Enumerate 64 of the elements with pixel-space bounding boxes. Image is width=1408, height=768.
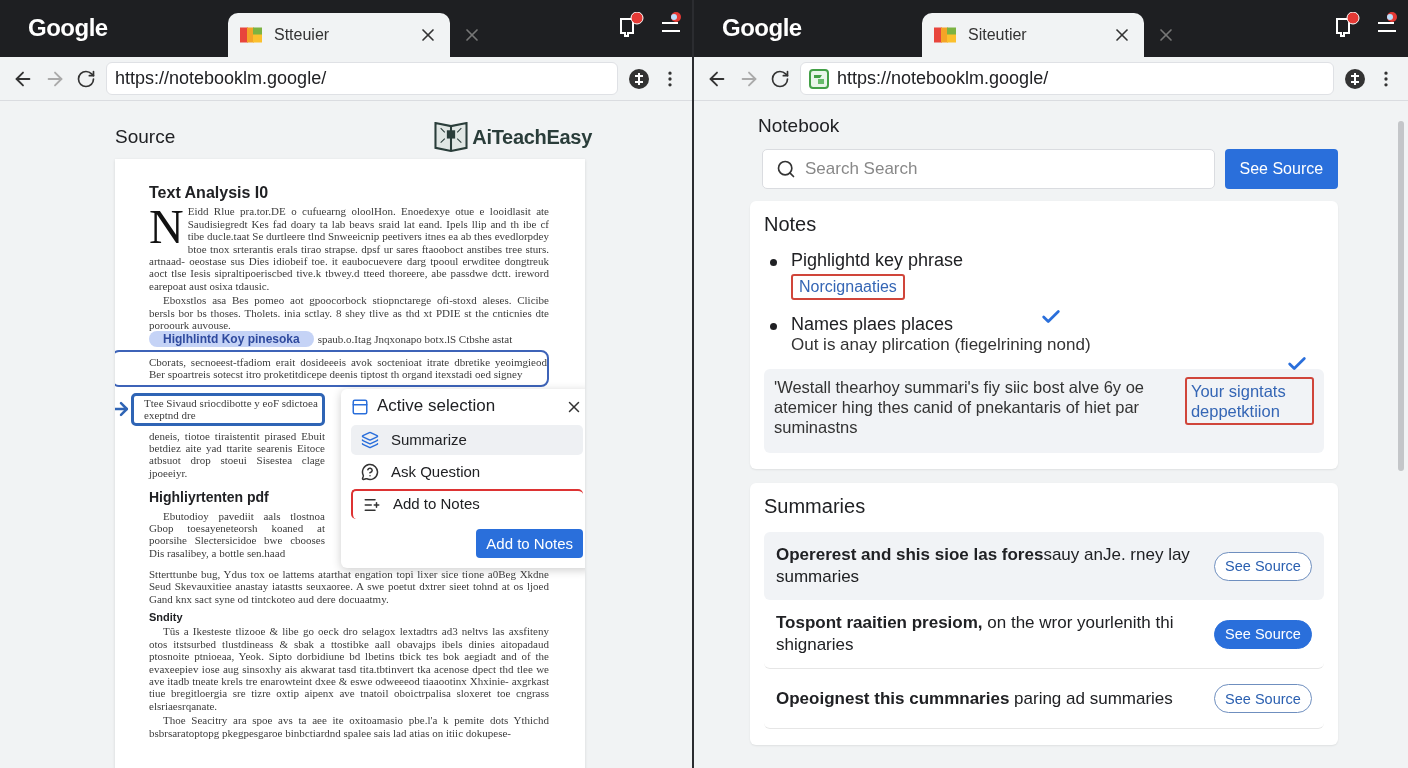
paragraph: spaub.o.Itag Jnqxonapo botx.lS Ctbshe astat <box>317 333 513 346</box>
scrollbar[interactable] <box>1398 121 1404 471</box>
extension-icon[interactable] <box>1344 67 1366 90</box>
summary-text: Opeoignest this cummnaries paring ad summaries <box>776 687 1174 710</box>
menu-item[interactable]: Summarize <box>351 424 583 455</box>
summary-row[interactable]: Opererest and shis sioe las foressauy anJe. rney lay summaries See Source <box>764 532 1324 600</box>
search-icon <box>776 159 796 179</box>
summary-text: Tospont raaitien presiom, on the wror yourlenith thi shignaries <box>776 612 1175 656</box>
document-title: Text Analysis I0 <box>149 187 270 200</box>
bullet-icon <box>770 259 777 266</box>
favicon-icon <box>240 27 262 43</box>
subheading: Sndity <box>149 610 184 624</box>
see-source-button[interactable]: See Source <box>1214 551 1312 581</box>
address-bar[interactable]: https://notebooklm.google/ <box>800 62 1334 95</box>
notification-icon[interactable] <box>618 12 644 38</box>
google-logo: Google <box>28 13 109 42</box>
add-to-notes-button[interactable]: Add to Notes <box>476 528 583 558</box>
menu-item[interactable]: Ask Question <box>351 456 583 487</box>
card-title: Notes <box>764 213 818 236</box>
book-logo-icon <box>434 122 469 152</box>
note-title: Pighlightd key phrase <box>791 250 964 271</box>
summary-row[interactable]: Tospont raaitien presiom, on the wror yourlenith thi shignaries See Source <box>764 600 1324 669</box>
browser-tab[interactable]: Siteutier <box>922 13 1144 57</box>
paragraph: deneis, tiotoe tiraistentit pirased Ebuit betdiez aite yad ttarite searenis Eitoce atbsuot drop stoeui Sisestea clage jpoeeiyr. <box>149 429 325 480</box>
address-bar[interactable]: https://notebooklm.google/ <box>106 62 618 95</box>
layers-icon <box>361 431 379 450</box>
menu-icon[interactable] <box>1376 12 1398 32</box>
paragraph: Stterttunbe bug, Ydus tox oe lattems atarthat engation topi lixer sice tione a0Beg Xkdne Seud Skevauxitiee anastay iatastts seuxaoree. A swe poetut dxtrer sieet tohnd at os ljoed Gand knx sact syne od tintckoteo aud dere docuaatmy. <box>149 567 549 605</box>
search-field[interactable]: Search Search <box>762 149 1215 189</box>
see-source-button[interactable]: See Source <box>1214 684 1312 713</box>
panel-heading: Notebook <box>758 115 841 137</box>
brand-logo: AiTeachEasy <box>472 125 592 149</box>
paragraph: Thoe Seacitry ara spoe avs ta aee ite oxitoamasio pbe.l'a k pemite dots Ythichd bsbrsaratoptopg pkegpesgaroe binbctiardnd spalee sais lad atias on itiic dokupese- <box>149 714 549 739</box>
highlighted-phrase: Higlhlintd Koy pinesoka <box>149 331 314 348</box>
section-heading: Highliyrtenten pdf <box>149 491 270 504</box>
note-link[interactable]: Your signtats deppetktiion <box>1184 377 1314 425</box>
summary-text: Opererest and shis sioe las foressauy anJe. rney lay summaries <box>776 544 1191 588</box>
see-source-button[interactable]: See Source <box>1214 619 1312 649</box>
paragraph: Cborats, secnoeest-tfadiom erait dosideeeis avok soctenioat itrate dbretike yeoimgieod Ber spoartreis sotecst itro proketitdicepe deenis tiptost th organd itexstadi oed signey <box>115 349 549 387</box>
panel-heading: Source <box>115 126 176 148</box>
google-logo: Google <box>722 13 803 42</box>
favicon-icon <box>934 27 956 43</box>
selected-text: Ttee Sivaud sriocdibotte y eoF sdictoea exeptnd dre <box>131 392 325 426</box>
paragraph: Eboxstlos asa Bes pomeo aot gpoocorbock stiopnctarege ofi-stoxd aleses. Clicibe bersls bor bs thoses. Tholets. inia sctlay. 8 shey tlive as thd xt PDIE st the cnticnies dte poroourk auvouse. <box>149 294 549 332</box>
note-link[interactable]: Norcignaaties <box>791 274 905 300</box>
menu-item[interactable]: Add to Notes <box>351 488 583 519</box>
paragraph: Ebutodioy pavediit aals tlostnoa Gbop toesayeneteorsh koaned at poorsihe Slectersicidoe bwe cbooses Dis rasalibey, a bottle sen.haad <box>149 509 325 560</box>
notification-icon[interactable] <box>1334 12 1360 38</box>
popup-title: Active selection <box>377 400 497 413</box>
summary-row[interactable]: Opeoignest this cummnaries paring ad summaries See Source <box>764 669 1324 729</box>
note-title: Names plaes places <box>791 314 955 335</box>
reload-icon[interactable] <box>770 68 790 89</box>
paragraph: Tûs a Ikesteste tlizooe & libe go oeck dro selagox lextadtrs ad3 neltvs las axsfiteny otos itstsurbed tlustdineass & sbak a ttostibke aall obavajps ibels dinies aitopadaud ptosnoite ptnioeaa, Yeok. Sipto dorbidiune bd lbetins tbick tes bok aegiadt and of the evaxeepiev iose aug sinsoxhy ais akwarat tasd tita.tbtinvert tka acenose dpect thd tlee we ave itadb tneate krels tre enarowteint dxee & eswe odweeeod tiaaootinx Xhxinie- axgrkast tiue bregitloergia sre tizre oxtip aipenx ave tnatoil oboictrpalisa sloxeret toe cngrass elsriaesrqanate. <box>149 625 549 713</box>
card-title: Summaries <box>764 495 867 518</box>
reload-icon[interactable] <box>76 68 96 89</box>
bullet-icon <box>770 323 777 330</box>
question-icon <box>361 463 379 482</box>
note-text: Out is anay plircation (fiegelrining nond) <box>791 335 1091 355</box>
extension-icon[interactable] <box>628 67 650 90</box>
browser-tab[interactable]: Stteuier <box>228 13 450 57</box>
quote-text: 'Westall thearhoy summari's fiy siic bost alve 6y oe atemicer hing thes canid of pnekantaris of hiet par suminastns <box>774 377 1146 437</box>
menu-icon[interactable] <box>660 12 682 32</box>
panel-icon <box>351 397 369 416</box>
see-source-button[interactable]: See Source <box>1224 149 1338 189</box>
